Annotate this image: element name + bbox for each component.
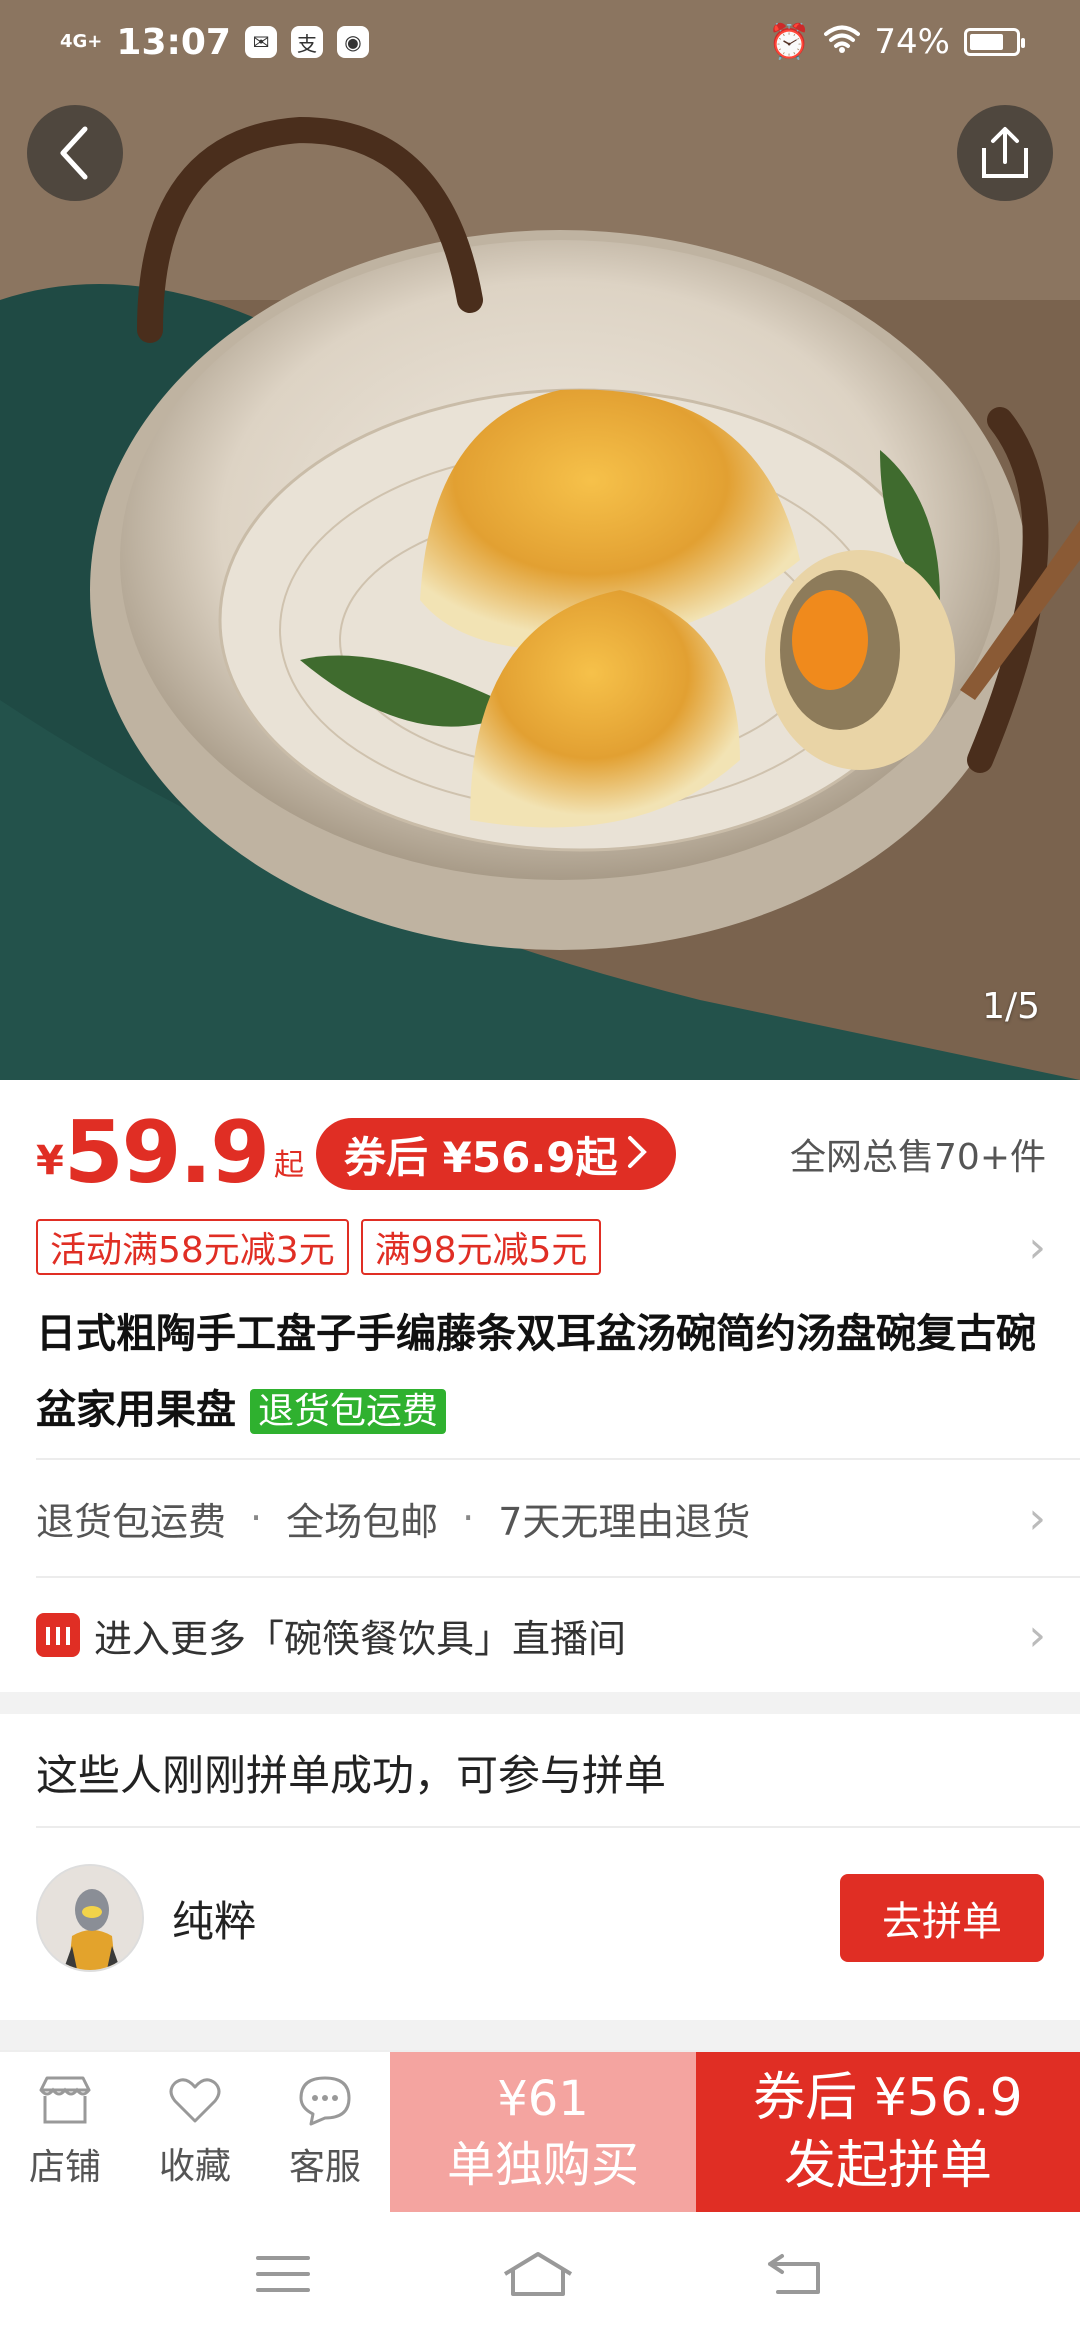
product-title: 日式粗陶手工盘子手编藤条双耳盆汤碗简约汤盘碗复古碗盆家用果盘 退货包运费 — [36, 1296, 1046, 1450]
promo-tag: 活动满58元减3元 — [36, 1219, 349, 1275]
promo-tag: 满98元减5元 — [360, 1219, 602, 1275]
chevron-right-icon: › — [1028, 1221, 1046, 1273]
status-bar: 4G+ 13:07 ✉ 支 ◉ ⏰ 74% — [0, 0, 1080, 84]
section-gap — [0, 1692, 1080, 1714]
sales-count: 全网总售70+件 — [790, 1137, 1046, 1178]
wifi-icon — [824, 22, 861, 62]
customer-service-label: 客服 — [288, 2147, 361, 2188]
clock: 13:07 — [116, 21, 231, 63]
chat-bubble-icon — [299, 2076, 351, 2126]
store-label: 店铺 — [28, 2147, 101, 2188]
livestream-label: 进入更多「碗筷餐饮具」直播间 — [94, 1616, 627, 1661]
group-buy-member-row: 纯粹 去拼单 — [36, 1860, 1044, 1976]
product-title-text: 日式粗陶手工盘子手编藤条双耳盆汤碗简约汤盘碗复古碗盆家用果盘 — [36, 1311, 1036, 1433]
member-name: 纯粹 — [172, 1896, 257, 1946]
price-suffix: 起 — [274, 1148, 305, 1183]
product-image-carousel[interactable]: 4G+ 13:07 ✉ 支 ◉ ⏰ 74% 1/5 — [0, 0, 1080, 1080]
divider — [36, 1826, 1080, 1828]
alarm-icon: ⏰ — [768, 22, 811, 62]
group-buy-title: 这些人刚刚拼单成功，可参与拼单 — [36, 1750, 667, 1800]
customer-service-button[interactable]: 客服 — [260, 2052, 390, 2212]
wechat-icon: ✉ — [244, 26, 277, 58]
service-guarantees-row[interactable]: 退货包运费 · 全场包邮 · 7天无理由退货 › — [36, 1462, 1046, 1574]
join-group-button[interactable]: 去拼单 — [840, 1874, 1044, 1962]
chevron-right-icon — [626, 1130, 648, 1179]
store-button[interactable]: 店铺 — [0, 2052, 130, 2212]
price-row: ¥ 59.9 起 券后 ¥56.9起 全网总售70+件 — [36, 1108, 1046, 1198]
store-icon — [39, 2076, 91, 2124]
chevron-right-icon: › — [1028, 1609, 1046, 1661]
return-shipping-badge: 退货包运费 — [249, 1389, 446, 1434]
system-navigation-bar — [0, 2212, 1080, 2340]
section-gap — [0, 2020, 1080, 2050]
home-icon[interactable] — [501, 2250, 575, 2302]
group-buy-label: 发起拼单 — [783, 2136, 992, 2196]
heart-icon — [169, 2078, 221, 2123]
livestream-entry-row[interactable]: 进入更多「碗筷餐饮具」直播间 › — [36, 1578, 1046, 1692]
service-item: 全场包邮 — [286, 1499, 439, 1544]
buy-alone-button[interactable]: ¥61 单独购买 — [390, 2052, 696, 2212]
coupon-price-label: 券后 ¥56.9起 — [344, 1132, 618, 1182]
back-button[interactable] — [27, 105, 123, 201]
battery-percent: 74% — [874, 22, 950, 62]
divider — [36, 1458, 1080, 1460]
group-price: 券后 ¥56.9 — [753, 2068, 1023, 2128]
separator: · — [462, 1496, 475, 1540]
separator: · — [250, 1496, 263, 1540]
favorite-label: 收藏 — [158, 2146, 231, 2187]
live-tv-icon — [36, 1613, 80, 1657]
image-counter: 1/5 — [982, 986, 1040, 1027]
service-item: 7天无理由退货 — [498, 1499, 751, 1544]
back-nav-icon[interactable] — [766, 2252, 824, 2300]
chevron-right-icon: › — [1028, 1492, 1046, 1544]
service-item: 退货包运费 — [36, 1499, 227, 1544]
share-button[interactable] — [957, 105, 1053, 201]
bottom-action-bar: 店铺 收藏 客服 ¥61 单独购买 券后 ¥56.9 发起拼单 — [0, 2050, 1080, 2212]
menu-icon[interactable] — [255, 2254, 310, 2298]
single-buy-label: 单独购买 — [446, 2137, 639, 2193]
price-amount: 59.9 — [63, 1103, 270, 1203]
avatar — [36, 1864, 144, 1972]
payment-app-icon: 支 — [290, 26, 323, 58]
battery-icon — [964, 28, 1025, 56]
promo-row[interactable]: 活动满58元减3元 满98元减5元 › — [36, 1218, 1046, 1276]
product-photo — [0, 0, 1080, 1080]
start-group-buy-button[interactable]: 券后 ¥56.9 发起拼单 — [696, 2052, 1080, 2212]
network-indicator: 4G+ — [60, 31, 103, 52]
share-icon — [982, 127, 1028, 178]
coupon-price-button[interactable]: 券后 ¥56.9起 — [316, 1118, 676, 1190]
currency-symbol: ¥ — [36, 1138, 64, 1184]
camera-app-icon: ◉ — [336, 26, 369, 58]
single-price: ¥61 — [497, 2071, 589, 2127]
chevron-left-icon — [60, 126, 88, 180]
favorite-button[interactable]: 收藏 — [130, 2052, 260, 2212]
